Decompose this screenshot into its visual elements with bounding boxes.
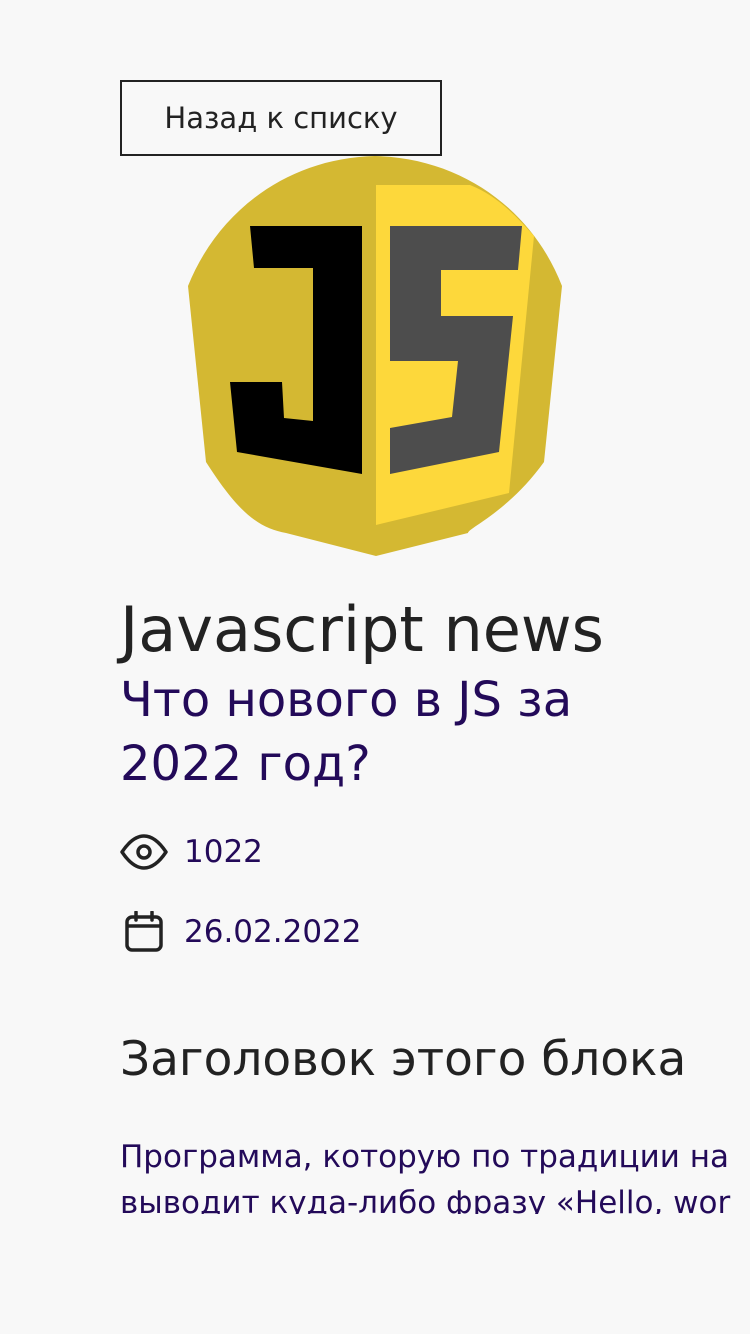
- page-title: Javascript news: [120, 593, 604, 666]
- back-to-list-button[interactable]: Назад к списку: [120, 80, 442, 156]
- date-row: 26.02.2022: [120, 908, 362, 956]
- article-title: Что нового в JS за 2022 год?: [120, 672, 573, 792]
- body-line: Программа, которую по традиции на: [120, 1139, 729, 1175]
- publish-date: 26.02.2022: [184, 914, 362, 950]
- views-row: 1022: [120, 828, 263, 876]
- body-line: выводит куда-либо фразу «Hello, wor: [120, 1185, 731, 1214]
- eye-icon: [120, 828, 168, 876]
- block-body-text: Программа, которую по традиции на выводи…: [120, 1134, 750, 1214]
- calendar-icon: [120, 908, 168, 956]
- js-logo: [188, 156, 562, 556]
- block-heading: Заголовок этого блока: [120, 1032, 687, 1087]
- views-count: 1022: [184, 834, 263, 870]
